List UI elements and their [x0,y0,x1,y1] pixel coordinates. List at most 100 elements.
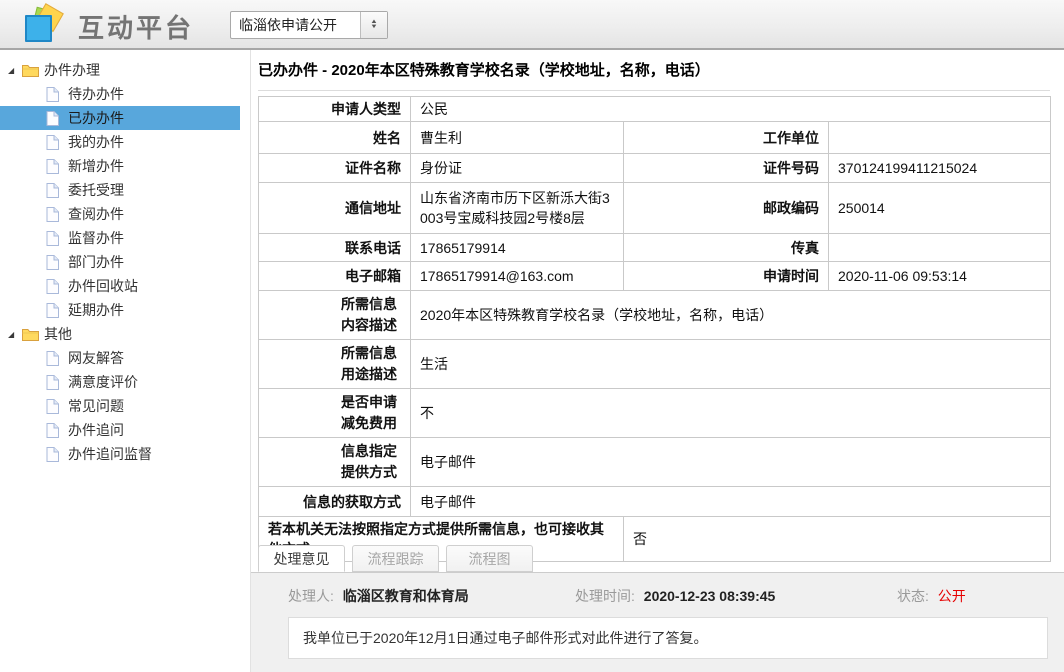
sidebar-item-supervise-cases[interactable]: 监督办件 [0,226,240,250]
field-label: 所需信息内容描述 [259,291,411,340]
table-row: 所需信息内容描述 2020年本区特殊教育学校名录（学校地址，名称，电话） [259,291,1051,340]
status-label: 状态: [897,588,929,604]
file-icon [46,135,63,150]
status-field: 状态: 公开 [897,586,966,606]
field-label: 工作单位 [624,122,829,154]
sidebar-item-netizen-answers[interactable]: 网友解答 [0,346,240,370]
field-value: 250014 [829,183,1051,234]
table-row: 信息的获取方式 电子邮件 [259,487,1051,517]
field-label: 传真 [624,234,829,262]
file-icon [46,399,63,414]
field-value: 2020-11-06 09:53:14 [829,262,1051,291]
table-row: 申请人类型 公民 [259,97,1051,122]
sidebar-item-new-case[interactable]: 新增办件 [0,154,240,178]
field-value [829,234,1051,262]
field-value: 370124199411215024 [829,154,1051,183]
table-row: 通信地址 山东省济南市历下区新泺大街3003号宝威科技园2号楼8层 邮政编码 2… [259,183,1051,234]
table-row: 信息指定提供方式 电子邮件 [259,438,1051,487]
field-value: 否 [624,517,1051,562]
sidebar-item-my-cases[interactable]: 我的办件 [0,130,240,154]
handle-time-value: 2020-12-23 08:39:45 [644,588,776,604]
field-value: 2020年本区特殊教育学校名录（学校地址，名称，电话） [411,291,1051,340]
sidebar-tree: ◢ 办件办理 待办办件 已办办件 我的办件 新增办件 委托受理 查阅办件 监督办… [0,50,240,672]
tree-expander-icon[interactable]: ◢ [8,66,22,75]
field-label: 申请时间 [624,262,829,291]
file-icon [46,183,63,198]
sidebar-item-label: 延期办件 [68,300,124,320]
field-value: 电子邮件 [411,487,1051,517]
file-icon [46,303,63,318]
sidebar-item-label: 网友解答 [68,348,124,368]
file-icon [46,447,63,462]
sidebar-item-case-followup[interactable]: 办件追问 [0,418,240,442]
tab-handling-opinion[interactable]: 处理意见 [258,545,345,572]
sidebar-item-review-cases[interactable]: 查阅办件 [0,202,240,226]
field-value: 17865179914@163.com [411,262,624,291]
sidebar-item-pending-cases[interactable]: 待办办件 [0,82,240,106]
field-value [829,122,1051,154]
tab-process-tracking[interactable]: 流程跟踪 [352,545,439,572]
sidebar-group-case-handling[interactable]: ◢ 办件办理 [0,58,240,82]
file-icon [46,279,63,294]
handle-time-label: 处理时间: [575,588,635,604]
handling-opinion-panel: 处理人: 临淄区教育和体育局 处理时间: 2020-12-23 08:39:45… [251,572,1064,672]
field-label: 证件号码 [624,154,829,183]
field-value: 山东省济南市历下区新泺大街3003号宝威科技园2号楼8层 [411,183,624,234]
field-label: 信息指定提供方式 [259,438,411,487]
sidebar-item-department-cases[interactable]: 部门办件 [0,250,240,274]
sidebar-item-label: 办件追问监督 [68,444,152,464]
field-label: 是否申请减免费用 [259,389,411,438]
page-title: 已办办件 - 2020年本区特殊教育学校名录（学校地址，名称，电话） [258,59,1050,91]
sidebar-item-entrusted-acceptance[interactable]: 委托受理 [0,178,240,202]
sidebar-item-label: 常见问题 [68,396,124,416]
field-label: 所需信息用途描述 [259,340,411,389]
sidebar-item-label: 监督办件 [68,228,124,248]
handler-field: 处理人: 临淄区教育和体育局 [288,586,469,606]
app-title: 互动平台 [78,8,194,45]
sidebar-item-label: 新增办件 [68,156,124,176]
file-icon [46,231,63,246]
tree-expander-icon[interactable]: ◢ [8,330,22,339]
table-row: 电子邮箱 17865179914@163.com 申请时间 2020-11-06… [259,262,1051,291]
sidebar-item-case-recycle-bin[interactable]: 办件回收站 [0,274,240,298]
sidebar-item-label: 已办办件 [68,108,124,128]
sidebar-item-faq[interactable]: 常见问题 [0,394,240,418]
folder-icon [22,64,39,77]
sidebar-group-label: 其他 [44,324,72,344]
sidebar-item-case-followup-supervision[interactable]: 办件追问监督 [0,442,240,466]
site-select[interactable]: 临淄依申请公开 ▲ ▼ [230,11,388,39]
spinner-down-icon: ▼ [370,25,378,30]
field-label: 申请人类型 [259,97,411,122]
field-label: 证件名称 [259,154,411,183]
handler-value: 临淄区教育和体育局 [343,588,469,604]
handler-label: 处理人: [288,588,334,604]
tab-flow-chart[interactable]: 流程图 [446,545,533,572]
sidebar-item-label: 办件追问 [68,420,124,440]
field-value: 公民 [411,97,1051,122]
sidebar-item-label: 待办办件 [68,84,124,104]
result-tabbar: 处理意见 流程跟踪 流程图 [258,545,540,572]
file-icon [46,111,63,126]
app-header: 互动平台 临淄依申请公开 ▲ ▼ [0,0,1064,50]
field-value: 身份证 [411,154,624,183]
field-label: 电子邮箱 [259,262,411,291]
folder-icon [22,328,39,341]
sidebar-item-label: 委托受理 [68,180,124,200]
site-select-value[interactable]: 临淄依申请公开 [231,12,360,38]
sidebar-item-label: 查阅办件 [68,204,124,224]
logo-blue-sheet [25,15,52,42]
sidebar-group-other[interactable]: ◢ 其他 [0,322,240,346]
file-icon [46,207,63,222]
file-icon [46,255,63,270]
sidebar-item-extended-cases[interactable]: 延期办件 [0,298,240,322]
sidebar-item-label: 部门办件 [68,252,124,272]
sidebar-item-label: 满意度评价 [68,372,138,392]
file-icon [46,87,63,102]
field-label: 信息的获取方式 [259,487,411,517]
field-value: 电子邮件 [411,438,1051,487]
file-icon [46,159,63,174]
sidebar-group-label: 办件办理 [44,60,100,80]
sidebar-item-completed-cases[interactable]: 已办办件 [0,106,240,130]
spinner-arrows-icon[interactable]: ▲ ▼ [360,12,387,38]
sidebar-item-satisfaction-rating[interactable]: 满意度评价 [0,370,240,394]
